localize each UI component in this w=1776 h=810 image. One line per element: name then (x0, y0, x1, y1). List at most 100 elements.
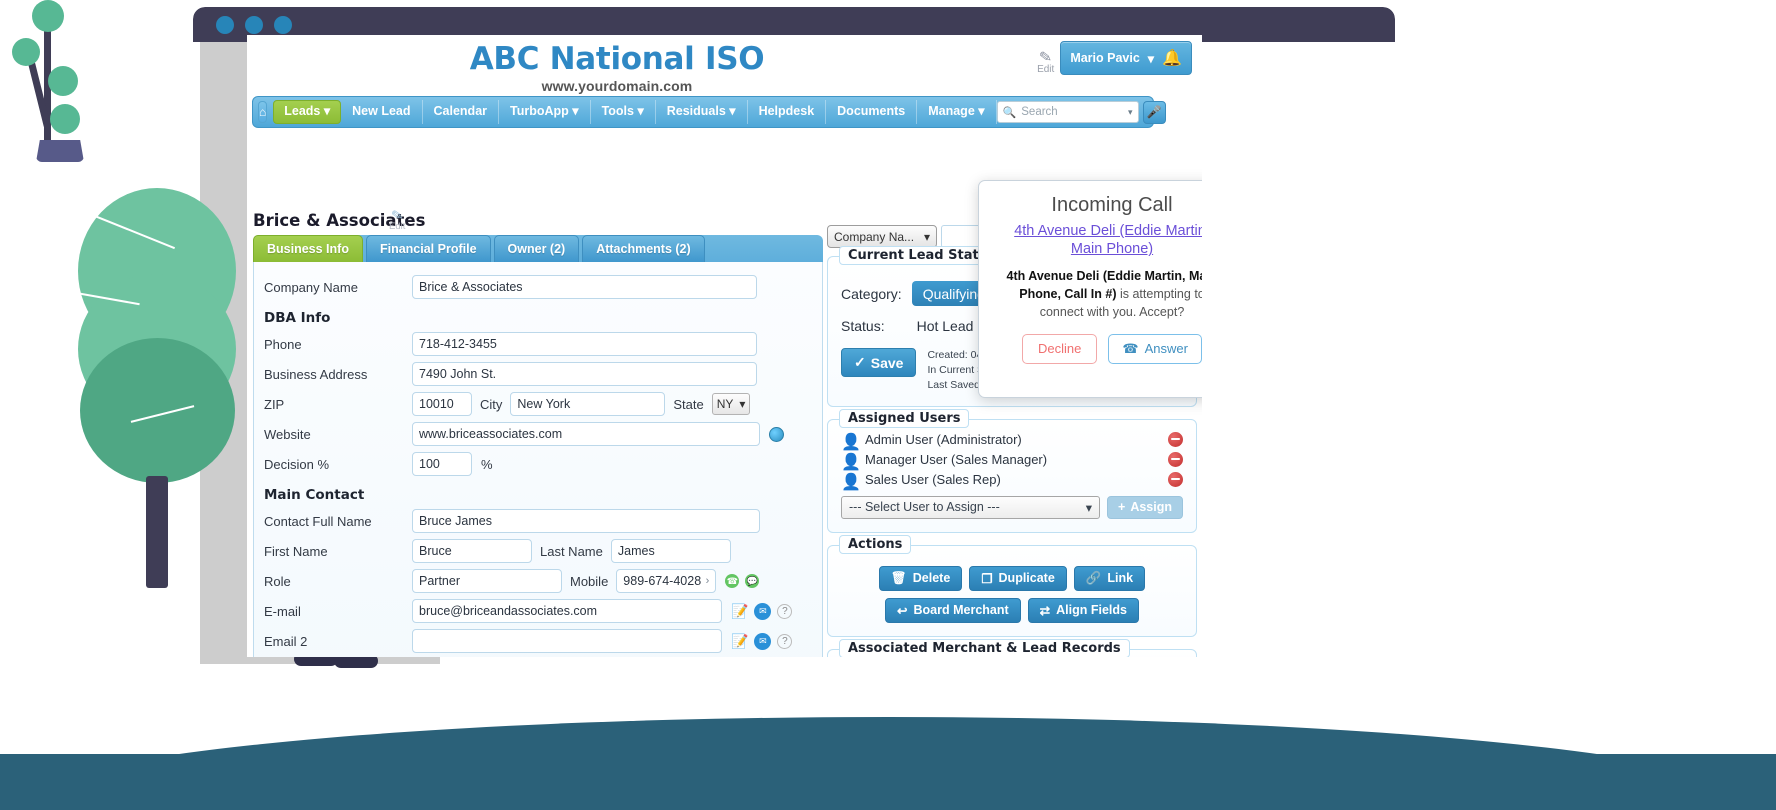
global-search-input[interactable]: 🔍 Search ▾ (996, 101, 1139, 123)
incoming-call-message: 4th Avenue Deli (Eddie Martin, Main Phon… (997, 268, 1202, 321)
nav-item-leads[interactable]: Leads ▾ (273, 100, 342, 124)
save-button[interactable]: ✓ Save (841, 348, 917, 377)
call-icon[interactable]: ☎ (725, 574, 740, 588)
window-dot-maximize[interactable] (274, 15, 292, 34)
search-field-value: Company Na... (834, 229, 915, 244)
tab-business-info[interactable]: Business Info (253, 235, 363, 262)
send-email-icon[interactable]: ✉ (754, 632, 772, 650)
field-row-zip-city-state: ZIP 10010 City New York State NY ▾ (254, 389, 822, 419)
field-row-first-last-name: First Name Bruce Last Name James (254, 536, 822, 566)
assign-user-select[interactable]: --- Select User to Assign --- ▾ (841, 495, 1100, 519)
remove-user-icon[interactable] (1168, 431, 1183, 447)
app-viewport: ABC National ISO www.yourdomain.com ✎ Ed… (247, 35, 1202, 657)
business-info-form: Company Name Brice & Associates DBA Info… (253, 262, 823, 657)
email-label: E-mail (264, 603, 301, 619)
pencil-icon: ✎ (390, 206, 405, 224)
business-address-input[interactable]: 7490 John St. (412, 362, 757, 386)
role-label: Role (264, 573, 291, 589)
bell-icon[interactable]: 🔔 (1162, 48, 1182, 68)
nav-home-button[interactable]: ⌂ (258, 101, 268, 123)
field-row-email: E-mail bruce@briceandassociates.com 📝 ✉ … (254, 596, 822, 626)
decision-input[interactable]: 100 (412, 452, 472, 476)
tab-label: Financial Profile (379, 242, 477, 256)
nav-item-turboapp[interactable]: TurboApp ▾ (499, 100, 591, 124)
align-fields-button[interactable]: ⇄ Align Fields (1027, 597, 1139, 623)
tab-attachments[interactable]: Attachments (2) (582, 235, 705, 262)
help-icon[interactable]: ? (777, 633, 793, 649)
globe-icon[interactable] (769, 426, 784, 442)
chevron-down-icon: ▾ (1085, 500, 1092, 515)
mobile-input[interactable]: 989-674-4028 › (616, 569, 717, 593)
chevron-down-icon[interactable]: ▾ (1128, 107, 1133, 118)
delete-button[interactable]: 🗑 Delete (878, 565, 963, 591)
city-input[interactable]: New York (510, 392, 666, 416)
page-title-edit-button[interactable]: ✎ Edit (389, 206, 405, 232)
send-email-icon[interactable]: ✉ (754, 602, 772, 620)
link-icon: 🔗 (1085, 570, 1102, 585)
window-dot-minimize[interactable] (245, 15, 263, 34)
nav-item-documents[interactable]: Documents (826, 100, 918, 124)
duplicate-button[interactable]: ❐ Duplicate (969, 565, 1067, 591)
state-select[interactable]: NY ▾ (711, 393, 751, 415)
decline-button-label: Decline (1038, 340, 1082, 356)
contact-full-name-label: Contact Full Name (264, 513, 372, 529)
plus-icon: + (1118, 500, 1126, 515)
nav-item-residuals[interactable]: Residuals ▾ (656, 100, 748, 124)
user-icon: 👤 (841, 433, 861, 451)
nav-item-calendar[interactable]: Calendar (423, 100, 500, 124)
email-input[interactable]: bruce@briceandassociates.com (412, 599, 722, 623)
website-input[interactable]: www.briceassociates.com (412, 422, 760, 446)
nav-item-helpdesk[interactable]: Helpdesk (748, 100, 827, 124)
voice-search-button[interactable]: 🎤 (1142, 100, 1166, 124)
tab-financial-profile[interactable]: Financial Profile (365, 235, 491, 262)
last-name-input[interactable]: James (610, 539, 731, 563)
incoming-call-buttons: Decline ☎ Answer (997, 333, 1202, 364)
sms-icon[interactable]: 💬 (745, 574, 760, 588)
help-icon[interactable]: ? (777, 603, 793, 619)
nav-label: Calendar (433, 104, 488, 119)
header-edit-button[interactable]: ✎ Edit (1037, 48, 1054, 75)
company-name-input[interactable]: Brice & Associates (412, 275, 757, 299)
remove-user-icon[interactable] (1168, 471, 1183, 487)
assigned-user-row: 👤 Manager User (Sales Manager) (841, 451, 1183, 471)
app-header: ABC National ISO www.yourdomain.com ✎ Ed… (247, 35, 1202, 128)
email2-input[interactable] (412, 629, 722, 653)
nav-label: TurboApp (510, 104, 569, 119)
state-label: State (673, 396, 704, 412)
incoming-call-link[interactable]: 4th Avenue Deli (Eddie Martin, Main Phon… (997, 222, 1202, 258)
note-icon[interactable]: 📝 (731, 603, 748, 620)
microphone-icon: 🎤 (1146, 105, 1162, 119)
category-label: Category: (841, 285, 902, 302)
chevron-down-icon: ▾ (924, 229, 931, 244)
board-merchant-button[interactable]: ↩ Board Merchant (885, 597, 1021, 623)
tab-owner[interactable]: Owner (2) (493, 235, 580, 262)
logo-title: ABC National ISO (469, 41, 765, 77)
nav-item-manage[interactable]: Manage ▾ (917, 100, 997, 124)
business-address-label: Business Address (264, 366, 368, 382)
app-logo: ABC National ISO www.yourdomain.com (457, 43, 777, 94)
user-icon: 👤 (841, 473, 861, 491)
zip-input[interactable]: 10010 (412, 392, 472, 416)
answer-button-label: Answer (1144, 341, 1188, 356)
answer-call-button[interactable]: ☎ Answer (1108, 333, 1202, 364)
nav-item-new-lead[interactable]: New Lead (341, 100, 423, 124)
tab-label: Attachments (2) (596, 242, 691, 256)
ground-strip (0, 754, 1776, 810)
chevron-down-icon: ▾ (637, 104, 644, 119)
decline-call-button[interactable]: Decline (1022, 333, 1098, 364)
email2-action-icons: 📝 ✉ ? (731, 632, 793, 650)
nav-item-tools[interactable]: Tools ▾ (591, 100, 656, 124)
contact-full-name-input[interactable]: Bruce James (412, 509, 760, 533)
assign-button[interactable]: + Assign (1107, 495, 1183, 519)
note-icon[interactable]: 📝 (731, 633, 748, 650)
phone-input[interactable]: 718-412-3455 (412, 332, 757, 356)
window-dot-close[interactable] (216, 15, 234, 34)
first-name-input[interactable]: Bruce (412, 539, 532, 563)
search-field-select[interactable]: Company Na... ▾ (827, 225, 938, 248)
home-icon: ⌂ (259, 105, 267, 119)
remove-user-icon[interactable] (1168, 451, 1183, 467)
link-button[interactable]: 🔗 Link (1073, 565, 1146, 591)
search-placeholder: Search (1021, 106, 1058, 118)
user-menu-button[interactable]: Mario Pavic ▾ 🔔 (1060, 41, 1192, 75)
role-input[interactable]: Partner (412, 569, 562, 593)
